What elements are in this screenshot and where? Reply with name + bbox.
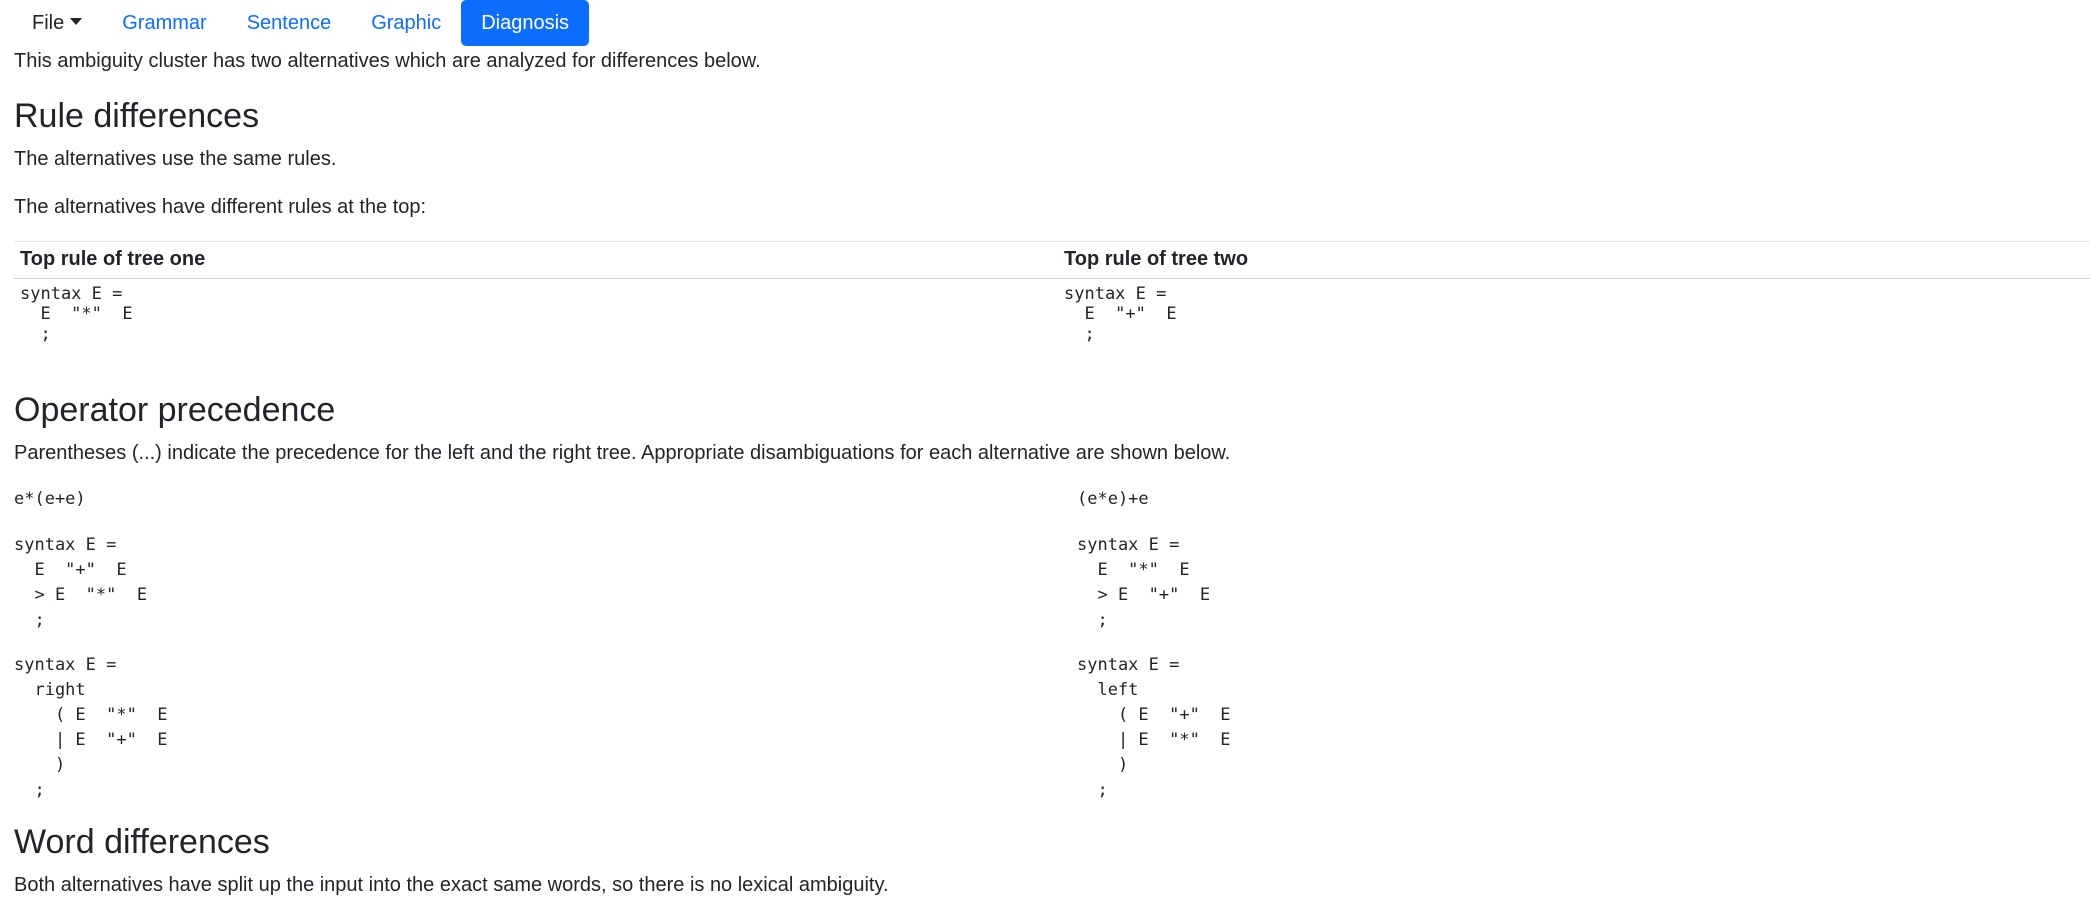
file-menu-label: File (32, 11, 65, 34)
top-nav: File Grammar Sentence Graphic Diagnosis (14, 0, 590, 46)
different-top-text: The alternatives have different rules at… (14, 196, 427, 218)
left-expression: e*(e+e) (14, 489, 86, 509)
word-differences-text: Both alternatives have split up the inpu… (14, 874, 889, 896)
rule-differences-heading: Rule differences (14, 97, 260, 135)
col1-header: Top rule of tree one (20, 248, 206, 270)
file-menu[interactable]: File (14, 0, 102, 46)
tree-one-rule: syntax E = E "*" E ; (20, 284, 133, 344)
tab-graphic[interactable]: Graphic (351, 0, 461, 46)
col2-header: Top rule of tree two (1064, 248, 1249, 270)
right-assoc-rule: syntax E = left ( E "+" E | E "*" E ) ; (1077, 655, 1231, 800)
operator-precedence-heading: Operator precedence (14, 391, 336, 429)
tree-two-rule: syntax E = E "+" E ; (1064, 284, 1177, 344)
precedence-description: Parentheses (...) indicate the precedenc… (14, 442, 1231, 464)
word-differences-heading: Word differences (14, 823, 270, 861)
table-top-border (14, 241, 2090, 242)
intro-text: This ambiguity cluster has two alternati… (14, 50, 761, 72)
tab-sentence[interactable]: Sentence (227, 0, 352, 46)
left-assoc-rule: syntax E = right ( E "*" E | E "+" E ) ; (14, 655, 168, 800)
right-expression: (e*e)+e (1077, 489, 1149, 509)
table-header-border (14, 278, 2090, 279)
tab-diagnosis[interactable]: Diagnosis (461, 0, 590, 46)
left-priority-rule: syntax E = E "+" E > E "*" E ; (14, 535, 148, 630)
same-rules-text: The alternatives use the same rules. (14, 148, 337, 170)
tab-grammar[interactable]: Grammar (102, 0, 226, 46)
caret-down-icon (70, 17, 83, 25)
right-priority-rule: syntax E = E "*" E > E "+" E ; (1077, 535, 1211, 630)
